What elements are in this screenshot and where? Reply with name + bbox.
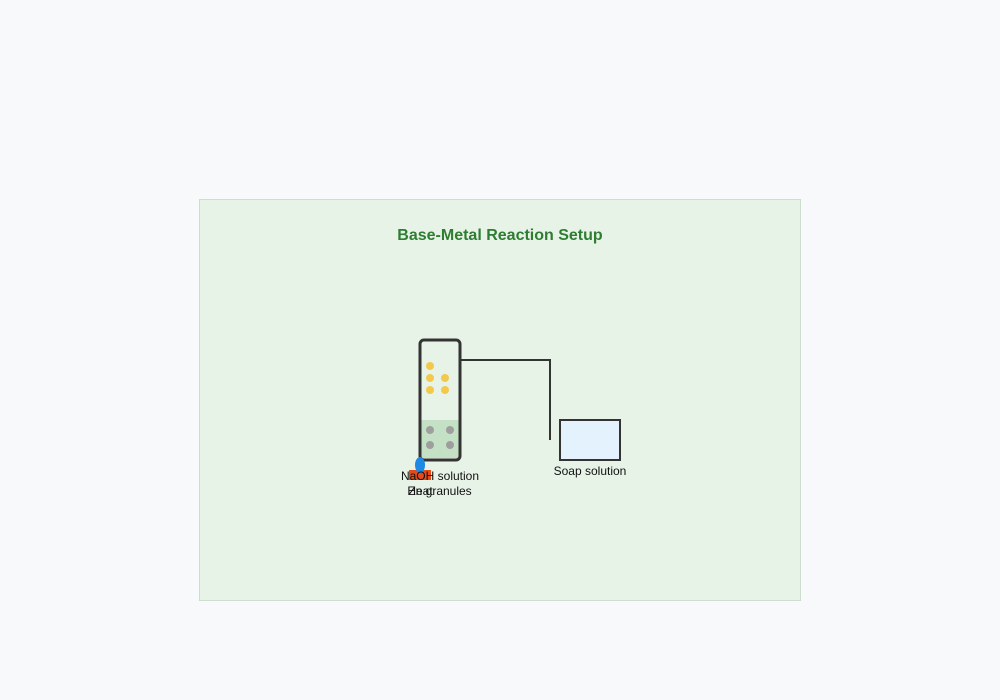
gas-bubble-icon [426, 362, 449, 394]
zinc-granule [426, 441, 434, 449]
page: Base-Metal Reaction Setup NaOH solution … [0, 0, 1000, 700]
gas-bubble [426, 362, 434, 370]
soap-trough-icon [559, 419, 621, 461]
diagram-title: Base-Metal Reaction Setup [397, 227, 603, 244]
naoh-solution-label: NaOH solution [401, 469, 479, 483]
zinc-granule [446, 426, 454, 434]
zinc-granule [446, 441, 454, 449]
gas-bubble [441, 386, 449, 394]
gas-bubble [441, 374, 449, 382]
naoh-solution-fill [421, 420, 459, 458]
gas-bubble [426, 374, 434, 382]
heat-label: Heat [407, 484, 433, 498]
zinc-granule [426, 426, 434, 434]
soap-solution-label: Soap solution [554, 464, 627, 478]
gas-bubble [426, 386, 434, 394]
test-tube-icon [418, 338, 462, 462]
reaction-setup-diagram: Base-Metal Reaction Setup NaOH solution … [397, 227, 627, 498]
delivery-tube-icon [460, 359, 551, 440]
